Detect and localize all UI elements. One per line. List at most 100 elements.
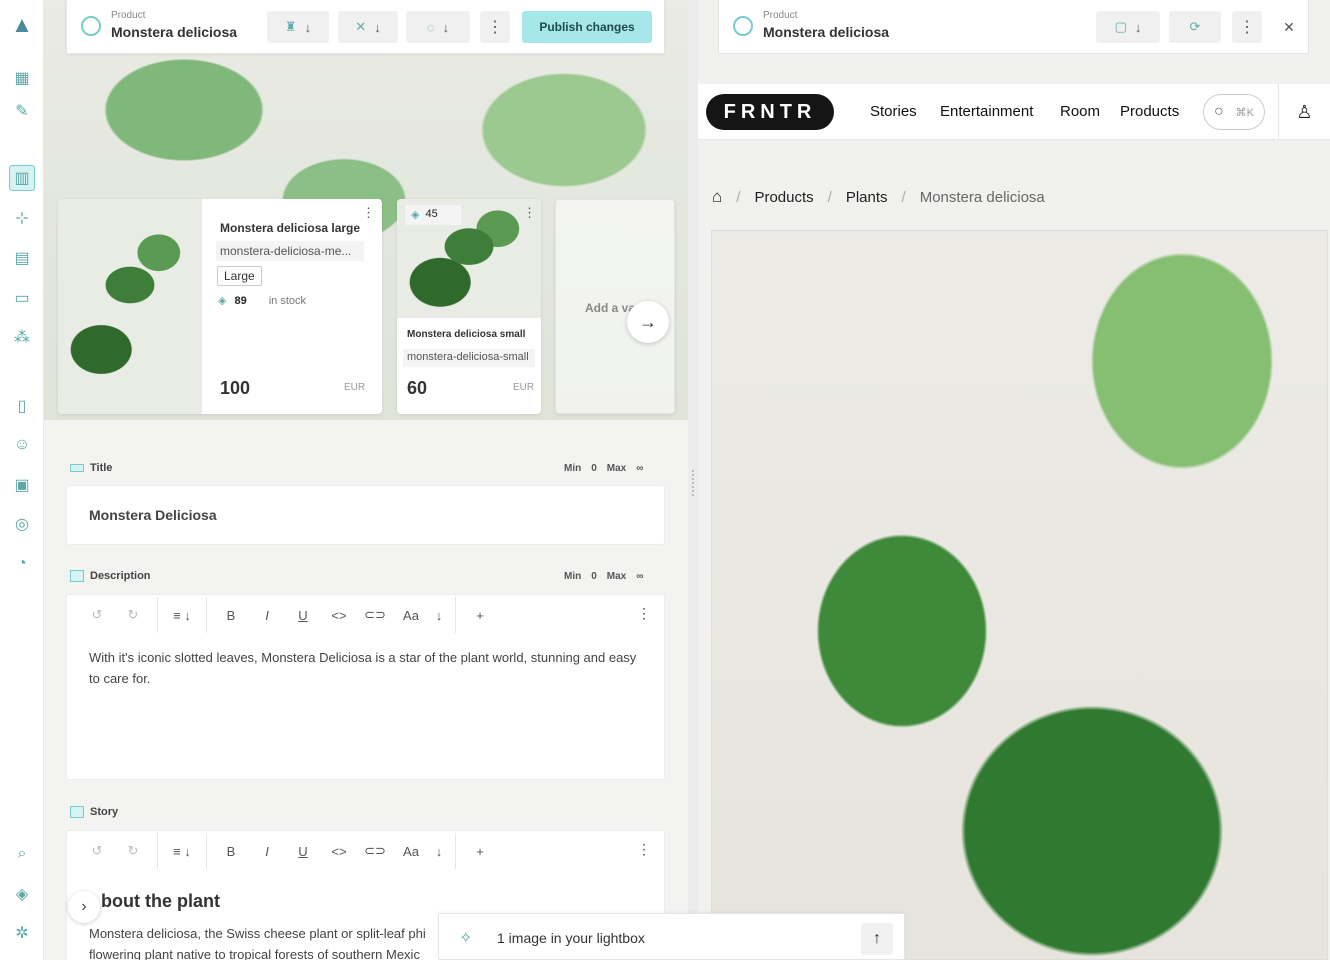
variant-card-large[interactable]: ⋮ Monstera deliciosa large monstera-deli… [58,199,382,414]
variant-price: 60 [407,378,428,398]
chevron-down-icon[interactable]: ↓ [429,608,449,623]
site-logo[interactable]: FRNTR [706,94,834,130]
code-button[interactable]: <> [321,844,357,859]
close-preview-button[interactable]: ✕ [1274,11,1304,43]
globe-icon[interactable]: ◎ [9,511,35,537]
tools-select-button[interactable]: ✕ ↓ [338,11,398,43]
variant-card-small[interactable]: ◈ 45 ⋮ Monstera deliciosa small monstera… [397,199,541,414]
redo-icon[interactable]: ↻ [115,843,151,859]
card-menu-icon[interactable]: ⋮ [362,205,375,221]
preview-kicker: Product [763,10,798,21]
tools-icon: ✕ [355,19,367,34]
insert-button[interactable]: + [462,608,498,623]
map-icon[interactable]: ▣ [9,472,35,498]
view-select-button[interactable]: ♜ ↓ [267,11,329,43]
nav-link-products[interactable]: Products [1120,103,1179,120]
nav-link-entertainment[interactable]: Entertainment [940,103,1033,120]
min-label: Min [564,571,582,582]
link-icon[interactable]: ⊂⊃ [357,607,393,623]
comment-icon: ◌ [426,19,435,35]
italic-button[interactable]: I [249,608,285,623]
image-icon[interactable]: ▭ [9,285,35,311]
undo-icon[interactable]: ↺ [79,607,115,623]
underline-button[interactable]: U [285,844,321,859]
variant-currency: EUR [344,382,366,393]
device-icon: ▢ [1114,19,1127,34]
comments-select-button[interactable]: ◌ ↓ [406,11,470,43]
lightbox-bar[interactable]: ✧ 1 image in your lightbox ↑ [438,913,905,960]
nav-link-room[interactable]: Room [1060,103,1100,120]
publish-changes-button[interactable]: Publish changes [522,11,652,43]
stock-icon: ◈ [218,295,227,307]
bold-button[interactable]: B [213,844,249,859]
next-variants-button[interactable]: → [627,301,669,343]
book-icon[interactable]: ▥ [9,165,35,191]
more-options-icon[interactable]: ⋮ [637,841,651,858]
description-editor[interactable]: ↺ ↻ ≡ ↓ B I U <> ⊂⊃ Aa ↓ + ⋮ With it's i… [66,594,665,780]
product-type-icon [81,16,101,36]
expand-icon[interactable]: › [68,891,100,923]
breadcrumb-plants[interactable]: Plants [846,189,888,206]
clipboard-icon[interactable]: ▯ [9,393,35,419]
chart-icon[interactable]: ◔ [9,551,35,577]
nav-link-stories[interactable]: Stories [870,103,917,120]
code-button[interactable]: <> [321,608,357,623]
more-options-button[interactable]: ⋮ [1232,11,1262,43]
story-heading: bout the plant [101,891,220,911]
magic-wand-icon: ✧ [459,930,473,947]
italic-button[interactable]: I [249,844,285,859]
device-select-button[interactable]: ▢ ↓ [1096,11,1160,43]
title-min-max: Min 0 Max ∞ [564,463,643,474]
settings-icon[interactable]: ✲ [9,920,35,946]
paragraph-style-icon[interactable]: ≡ ↓ [164,844,200,859]
refresh-preview-button[interactable]: ⟳ [1169,11,1221,43]
chevron-down-icon: ↓ [374,19,381,35]
logo-icon[interactable]: ▲ [9,12,35,38]
variant-size-tag: Large [217,266,262,286]
search-icon: ○ [1214,103,1224,120]
rich-text-icon [70,570,84,582]
card-menu-icon[interactable]: ⋮ [523,205,536,221]
preview-pane: Product Monstera deliciosa ▢ ↓ ⟳ ⋮ ✕ FRNT… [698,0,1330,960]
text-style-button[interactable]: Aa [393,844,429,859]
search-icon[interactable]: ⌕ [9,841,35,867]
share-icon[interactable]: ⊹ [9,205,35,231]
preview-header: Product Monstera deliciosa ▢ ↓ ⟳ ⋮ ✕ [718,0,1309,54]
redo-icon[interactable]: ↻ [115,607,151,623]
stock-indicator: ◈ 45 [405,205,461,225]
site-search-button[interactable]: ○ ⌘K [1203,94,1265,130]
user-account-icon[interactable]: ♙ [1278,84,1330,140]
title-input[interactable]: Monstera Deliciosa [66,485,665,545]
text-style-button[interactable]: Aa [393,608,429,623]
max-label: Max [606,571,627,582]
expand-lightbox-button[interactable]: ↑ [861,923,893,955]
users-icon[interactable]: ☺ [9,432,35,458]
paragraph-style-icon[interactable]: ≡ ↓ [164,608,200,623]
dashboard-icon[interactable]: ▦ [9,65,35,91]
insert-button[interactable]: + [462,844,498,859]
chevron-down-icon: ↓ [442,19,450,35]
chevron-down-icon[interactable]: ↓ [429,844,449,859]
components-icon[interactable]: ⁂ [9,324,35,350]
more-options-icon[interactable]: ⋮ [637,605,651,622]
pane-resize-handle[interactable] [688,0,698,960]
document-type-label: Product [111,10,146,21]
more-options-button[interactable]: ⋮ [480,11,510,43]
field-label-text: Story [90,806,119,818]
link-icon[interactable]: ⊂⊃ [357,843,393,859]
home-icon[interactable]: ⌂ [712,187,722,207]
bold-button[interactable]: B [213,608,249,623]
variant-name: Monstera deliciosa large [220,221,361,235]
document-editor: Product Monstera deliciosa ♜ ↓ ✕ ↓ ◌ ↓ ⋮ Pu… [44,0,688,960]
grid-icon[interactable]: ▤ [9,245,35,271]
underline-button[interactable]: U [285,608,321,623]
translate-icon[interactable]: ◈ [9,881,35,907]
story-text-line2: flowering plant native to tropical fores… [89,947,420,960]
undo-icon[interactable]: ↺ [79,843,115,859]
pipette-icon[interactable]: ✎ [9,98,35,124]
product-hero-image [711,230,1328,960]
breadcrumb-products[interactable]: Products [754,189,813,206]
search-shortcut: ⌘K [1235,106,1254,119]
story-text-line1: Monstera deliciosa, the Swiss cheese pla… [89,926,426,941]
variant-name: Monstera deliciosa small [407,329,526,340]
